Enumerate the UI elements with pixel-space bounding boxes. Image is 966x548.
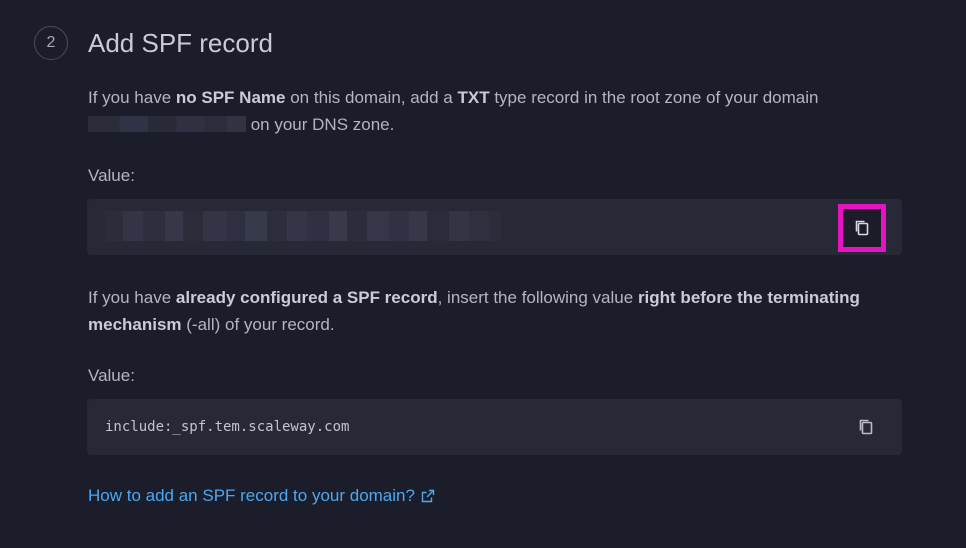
intro-text-2: on this domain, add a [285,88,458,107]
step-number: 2 [46,34,56,51]
existing-text-3: (-all) of your record. [181,315,335,334]
intro-bold-1: no SPF Name [175,88,286,107]
value-label-2: Value: [88,366,135,385]
existing-bold-1: already configured a SPF record [175,288,438,307]
intro-bold-2: TXT [457,88,490,107]
intro-text-3: type record in the root zone of your dom… [489,88,819,107]
include-value[interactable]: include:_spf.tem.scaleway.com [105,399,349,455]
intro-text-4: on your DNS zone. [246,115,395,134]
help-link-text: How to add an SPF record to your domain? [88,486,415,505]
external-link-icon [421,489,435,503]
copy-icon [859,419,873,435]
redacted-domain [88,116,246,132]
redacted-spf-value [105,211,501,241]
spf-value-box [87,199,902,255]
step-number-badge: 2 [34,26,68,60]
existing-record-paragraph: If you have already configured a SPF rec… [88,284,908,338]
spf-help-link[interactable]: How to add an SPF record to your domain? [88,486,435,506]
value-label-1: Value: [88,166,135,185]
copy-icon [855,220,869,236]
spf-step-panel: 2 Add SPF record If you have no SPF Name… [0,0,966,548]
intro-text-1: If you have [88,88,176,107]
existing-text-1: If you have [88,288,176,307]
step-title: Add SPF record [88,28,273,58]
include-value-box: include:_spf.tem.scaleway.com [87,399,902,455]
copy-spf-value-button[interactable] [838,204,886,252]
copy-include-value-button[interactable] [848,409,884,445]
intro-paragraph: If you have no SPF Name on this domain, … [88,84,908,138]
existing-text-2: , insert the following value [437,288,638,307]
